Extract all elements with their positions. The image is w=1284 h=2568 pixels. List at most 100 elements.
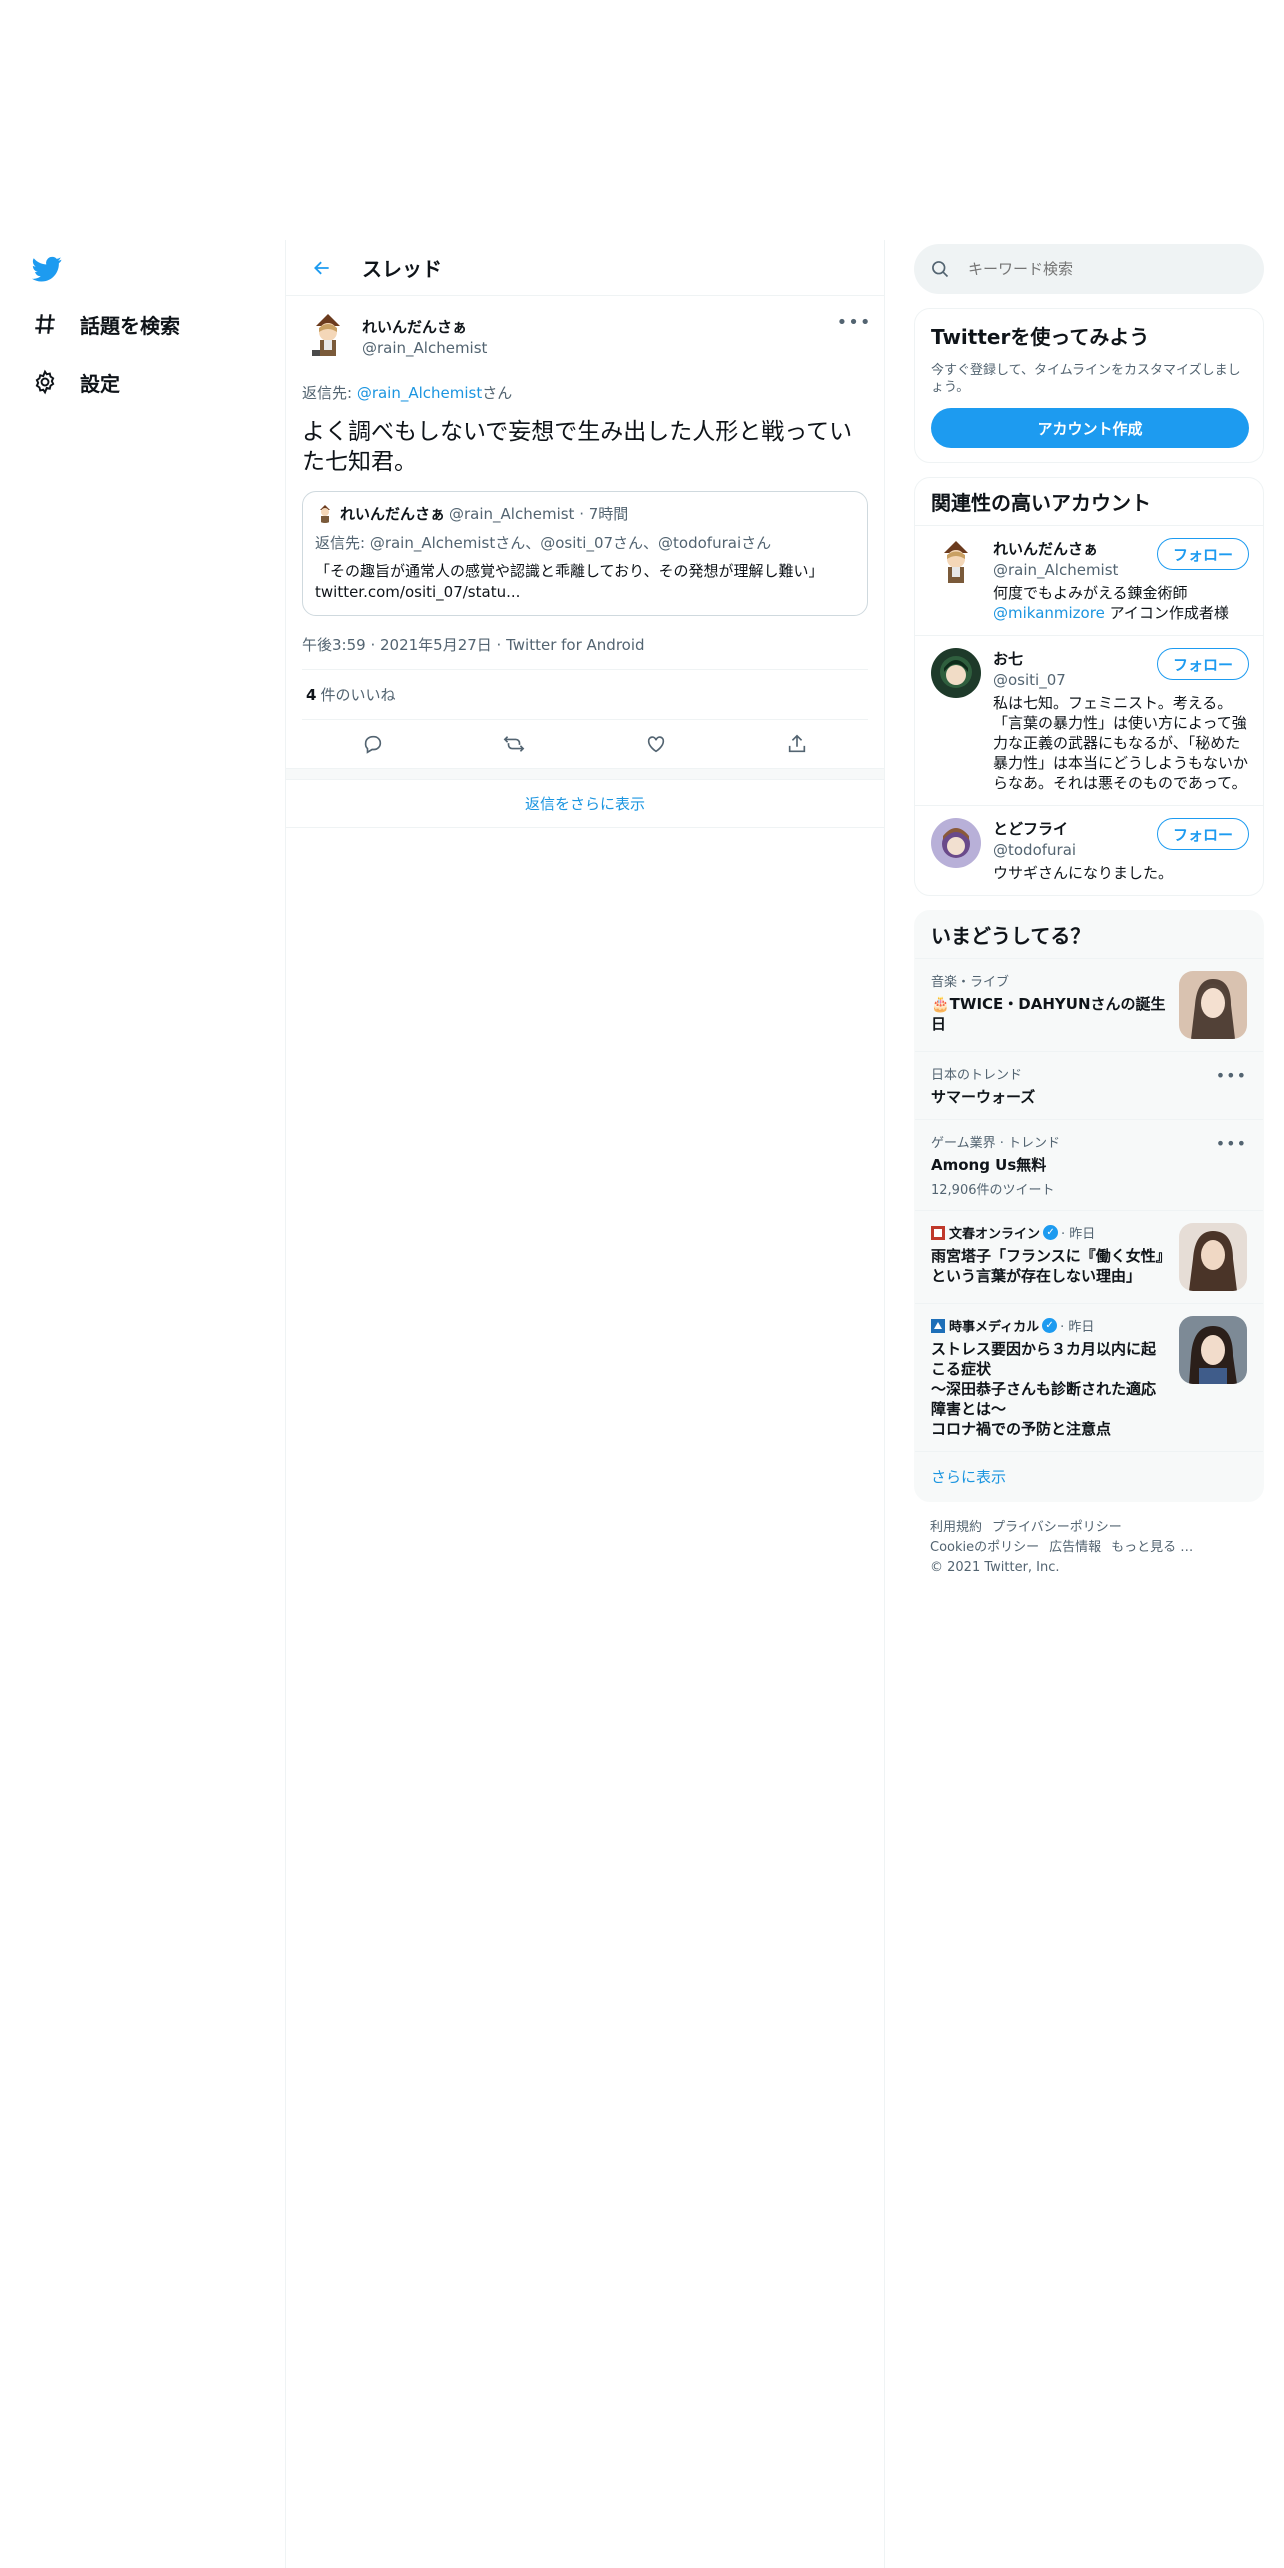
- more-options-icon[interactable]: •••: [1216, 1066, 1247, 1085]
- footer-link-privacy[interactable]: プライバシーポリシー: [992, 1520, 1122, 1535]
- divider: [286, 768, 884, 780]
- reply-icon: [364, 735, 381, 754]
- source-logo-icon: [931, 1225, 945, 1240]
- retweet-button[interactable]: [494, 724, 534, 764]
- page-title: スレッド: [362, 257, 442, 281]
- hashtag-icon: [30, 309, 60, 339]
- show-more-replies-link[interactable]: 返信をさらに表示: [286, 780, 884, 828]
- quote-reply-to: 返信先: @rain_Alchemistさん、@ositi_07さん、@todo…: [315, 534, 772, 552]
- trend-item[interactable]: 文春オンライン ✓ · 昨日 雨宮塔子「フランスに『働く女性』という言葉が存在し…: [915, 1211, 1263, 1304]
- trend-tweet-count: 12,906件のツイート: [931, 1183, 1055, 1198]
- more-options-icon[interactable]: •••: [837, 312, 871, 333]
- quoted-tweet[interactable]: れいんだんさぁ @rain_Alchemist · 7時間 返信先: @rain…: [302, 491, 868, 616]
- tweet-text: よく調べもしないで妄想で生み出した人形と戦っていた七知君。: [302, 419, 853, 475]
- reply-prefix: 返信先:: [302, 384, 357, 402]
- more-options-icon[interactable]: •••: [1216, 1134, 1247, 1153]
- trend-title: サマーウォーズ: [931, 1088, 1036, 1106]
- reply-to-line: 返信先: @rain_Alchemistさん: [302, 382, 868, 403]
- avatar[interactable]: [931, 648, 981, 698]
- search-icon: [930, 259, 950, 279]
- account-item[interactable]: とどフライ @todofurai フォロー ウサギさんになりました。: [915, 806, 1263, 895]
- heart-icon: [647, 736, 664, 753]
- follow-button[interactable]: フォロー: [1157, 648, 1249, 680]
- bio-mention-link[interactable]: @mikanmizore: [993, 604, 1105, 622]
- share-icon: [789, 734, 806, 753]
- footer-link-ads[interactable]: 広告情報: [1049, 1540, 1101, 1555]
- account-bio: 私は七知。フェミニスト。考える。「言葉の暴力性」は使い方によって強力な正義の武器…: [993, 694, 1249, 792]
- avatar[interactable]: [931, 538, 981, 588]
- share-button[interactable]: [777, 724, 817, 764]
- avatar[interactable]: [931, 818, 981, 868]
- follow-button[interactable]: フォロー: [1157, 538, 1249, 570]
- tweet-author-name[interactable]: れいんだんさぁ: [362, 316, 487, 337]
- trend-category: 音楽・ライブ: [931, 975, 1010, 990]
- trend-title: Among Us無料: [931, 1156, 1047, 1174]
- likes-label: 件のいいね: [320, 686, 396, 704]
- tweet-timestamp[interactable]: 午後3:59 · 2021年5月27日 · Twitter for Androi…: [302, 634, 868, 670]
- trends-card: いまどうしてる？ 音楽・ライブ 🎂TWICE・DAHYUNさんの誕生日 日本のト…: [914, 910, 1264, 1502]
- reply-suffix: さん: [482, 384, 513, 402]
- twitter-logo-icon[interactable]: [30, 254, 64, 284]
- tweet-actions: [302, 720, 868, 768]
- source-logo-icon: [931, 1318, 945, 1333]
- quote-text: 「その趣旨が通常人の感覚や認識と乖離しており、その発想が理解し難い」twitte…: [315, 562, 824, 601]
- trend-category: ゲーム業界 · トレンド: [931, 1136, 1061, 1151]
- tweet-author-handle[interactable]: @rain_Alchemist: [362, 339, 487, 357]
- trend-source-line: 時事メディカル ✓ · 昨日: [931, 1316, 1167, 1335]
- footer: 利用規約 プライバシーポリシー Cookieのポリシー 広告情報 もっと見る … © …: [914, 1502, 1264, 1594]
- bio-text-end: アイコン作成者様: [1104, 604, 1229, 622]
- nav-settings[interactable]: 設定: [30, 362, 120, 402]
- account-item[interactable]: れいんだんさぁ @rain_Alchemist フォロー 何度でもよみがえる錬金…: [915, 526, 1263, 636]
- bio-text: 何度でもよみがえる錬金術師: [993, 584, 1188, 602]
- trend-item[interactable]: ゲーム業界 · トレンド Among Us無料 12,906件のツイート •••: [915, 1120, 1263, 1211]
- relevant-accounts-card: 関連性の高いアカウント れいんだんさぁ @rain_Alchemist フォロー…: [914, 477, 1264, 896]
- likes-count[interactable]: 4 件のいいね: [302, 670, 868, 720]
- copyright: © 2021 Twitter, Inc.: [930, 1560, 1060, 1575]
- avatar[interactable]: [302, 310, 354, 362]
- search-bar[interactable]: [914, 244, 1264, 294]
- footer-link-terms[interactable]: 利用規約: [930, 1520, 982, 1535]
- nav-explore[interactable]: 話題を検索: [30, 304, 180, 344]
- nav-settings-label: 設定: [80, 371, 120, 396]
- signup-title: Twitterを使ってみよう: [931, 325, 1150, 349]
- trend-item[interactable]: 音楽・ライブ 🎂TWICE・DAHYUNさんの誕生日: [915, 959, 1263, 1052]
- likes-number: 4: [306, 686, 317, 704]
- nav-explore-label: 話題を検索: [80, 313, 180, 338]
- account-handle: @todofurai: [993, 841, 1077, 859]
- follow-button[interactable]: フォロー: [1157, 818, 1249, 850]
- trend-category: 日本のトレンド: [931, 1068, 1023, 1083]
- gear-icon: [30, 367, 60, 397]
- thread-header: スレッド: [286, 240, 884, 296]
- trends-show-more-link[interactable]: さらに表示: [915, 1452, 1263, 1501]
- trend-title: 🎂TWICE・DAHYUNさんの誕生日: [931, 995, 1166, 1033]
- footer-link-cookies[interactable]: Cookieのポリシー: [930, 1540, 1039, 1555]
- trend-source-line: 文春オンライン ✓ · 昨日: [931, 1223, 1167, 1242]
- right-sidebar: Twitterを使ってみよう 今すぐ登録して、タイムラインをカスタマイズしましょ…: [914, 244, 1264, 1594]
- account-name: れいんだんさぁ: [993, 540, 1099, 558]
- account-bio: ウサギさんになりました。: [993, 864, 1174, 882]
- trend-source: 文春オンライン: [949, 1227, 1041, 1242]
- create-account-button[interactable]: アカウント作成: [931, 408, 1249, 448]
- trend-title: ストレス要因から３カ月以内に起こる症状 ～深田恭子さんも診断された適応障害とは～…: [931, 1340, 1157, 1438]
- account-handle: @ositi_07: [993, 671, 1066, 689]
- main-tweet: れいんだんさぁ @rain_Alchemist ••• 返信先: @rain_A…: [286, 296, 884, 768]
- reply-to-link[interactable]: @rain_Alchemist: [357, 384, 482, 402]
- trend-time: · 昨日: [1061, 1227, 1096, 1242]
- search-input[interactable]: [968, 260, 1218, 278]
- account-bio: 何度でもよみがえる錬金術師 @mikanmizore アイコン作成者様: [993, 583, 1249, 623]
- signup-description: 今すぐ登録して、タイムラインをカスタマイズしましょう。: [931, 363, 1241, 395]
- retweet-icon: [503, 736, 525, 752]
- trend-source: 時事メディカル: [949, 1320, 1040, 1335]
- like-button[interactable]: [636, 724, 676, 764]
- trend-item[interactable]: 時事メディカル ✓ · 昨日 ストレス要因から３カ月以内に起こる症状 ～深田恭子…: [915, 1304, 1263, 1452]
- verified-badge-icon: ✓: [1042, 1318, 1058, 1333]
- quote-meta: @rain_Alchemist · 7時間: [449, 504, 629, 523]
- arrow-left-icon: [314, 261, 329, 274]
- back-button[interactable]: [304, 250, 340, 286]
- account-item[interactable]: お七 @ositi_07 フォロー 私は七知。フェミニスト。考える。「言葉の暴力…: [915, 636, 1263, 806]
- trends-title: いまどうしてる？: [915, 911, 1263, 959]
- footer-link-more[interactable]: もっと見る …: [1111, 1540, 1193, 1555]
- account-name: お七: [993, 650, 1024, 668]
- trend-item[interactable]: 日本のトレンド サマーウォーズ •••: [915, 1052, 1263, 1120]
- reply-button[interactable]: [353, 724, 393, 764]
